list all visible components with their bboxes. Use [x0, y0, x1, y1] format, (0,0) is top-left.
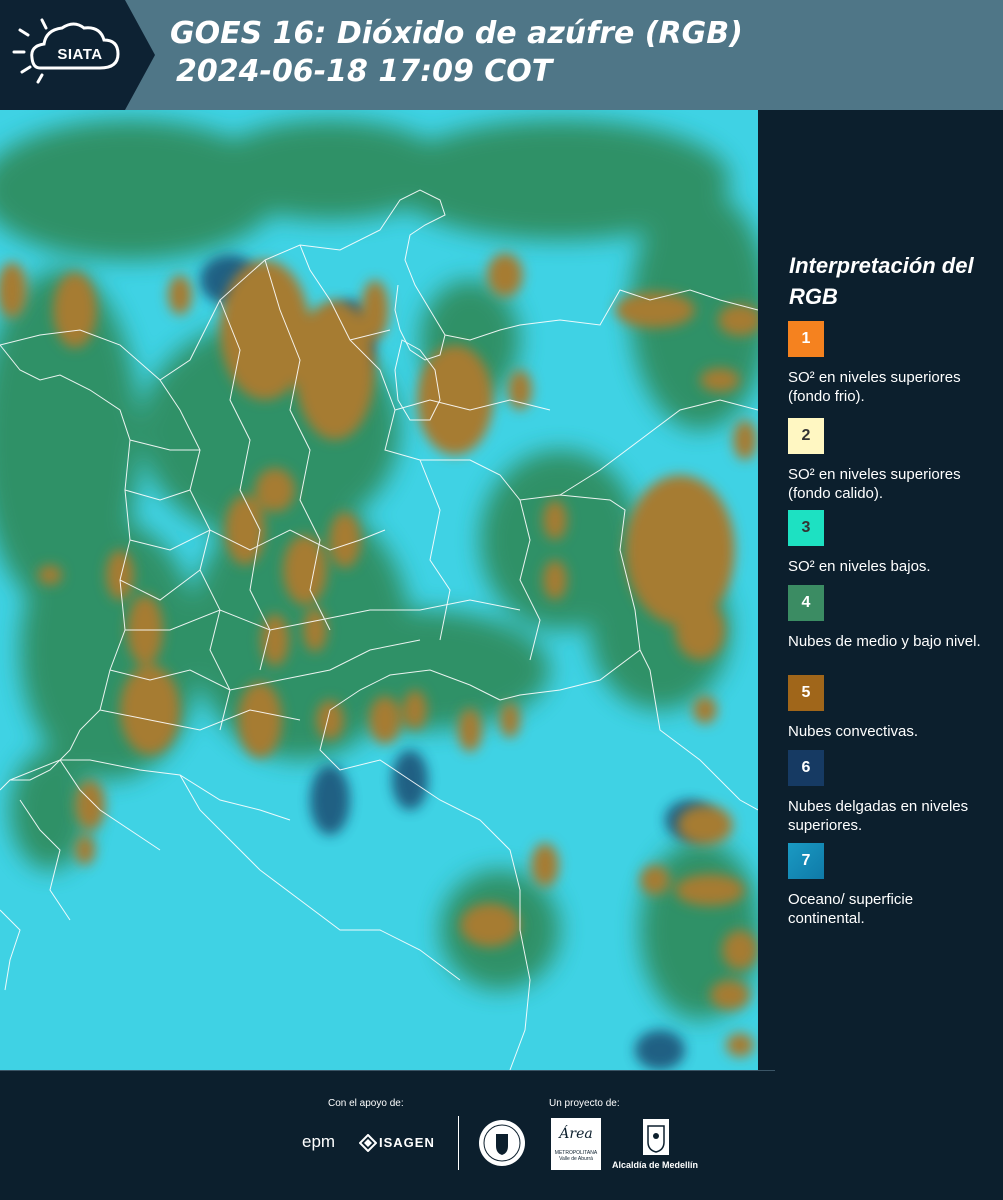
legend-item-1: 1 SO² en niveles superiores (fondo frio)…	[788, 321, 983, 406]
legend-desc-5: Nubes convectivas.	[788, 723, 919, 740]
area-logo-text: Área	[559, 1126, 593, 1142]
legend-item-5: 5 Nubes convectivas.	[788, 675, 983, 741]
logo-text: SIATA	[57, 46, 103, 63]
epm-logo[interactable]: epm	[302, 1132, 335, 1152]
area-metropolitana-logo[interactable]: Área METROPOLITANA Valle de Aburrá	[551, 1118, 601, 1170]
alcaldia-crest-icon[interactable]	[642, 1118, 670, 1156]
legend-desc-7: Oceano/ superficie continental.	[788, 891, 914, 927]
legend-desc-1: SO² en niveles superiores (fondo frio).	[788, 369, 961, 405]
map-canvas	[0, 110, 758, 1070]
legend-swatch-1: 1	[788, 321, 824, 357]
legend-swatch-3: 3	[788, 510, 824, 546]
area-logo-caption: METROPOLITANA Valle de Aburrá	[554, 1150, 598, 1162]
medellin-seal-icon[interactable]	[477, 1118, 527, 1168]
alcaldia-caption: Alcaldía de Medellín	[612, 1160, 699, 1170]
legend-swatch-7: 7	[788, 843, 824, 879]
footer-divider	[458, 1116, 459, 1170]
legend-panel: Interpretación del RGB 1 SO² en niveles …	[758, 110, 1003, 1070]
legend-swatch-6: 6	[788, 750, 824, 786]
legend-item-7: 7 Oceano/ superficie continental.	[788, 843, 983, 928]
legend-item-6: 6 Nubes delgadas en niveles superiores.	[788, 750, 983, 835]
project-label: Un proyecto de:	[549, 1098, 620, 1109]
legend-title: Interpretación del RGB	[789, 253, 974, 309]
footer-separator	[0, 1070, 775, 1071]
legend-item-2: 2 SO² en niveles superiores (fondo calid…	[788, 418, 983, 503]
siata-logo[interactable]: SIATA	[0, 0, 155, 110]
header-bar: SIATA GOES 16: Dióxido de azúfre (RGB) 2…	[0, 0, 1003, 110]
legend-desc-2: SO² en niveles superiores (fondo calido)…	[788, 466, 961, 502]
legend-item-4: 4 Nubes de medio y bajo nivel.	[788, 585, 983, 651]
timestamp-title: 2024-06-18 17:09 COT	[176, 54, 553, 89]
legend-desc-6: Nubes delgadas en niveles superiores.	[788, 798, 969, 834]
isagen-icon	[359, 1134, 377, 1152]
legend-swatch-2: 2	[788, 418, 824, 454]
legend-desc-3: SO² en niveles bajos.	[788, 558, 931, 575]
legend-swatch-5: 5	[788, 675, 824, 711]
support-label: Con el apoyo de:	[328, 1098, 404, 1109]
legend-desc-4: Nubes de medio y bajo nivel.	[788, 633, 981, 650]
satellite-map[interactable]	[0, 110, 758, 1070]
legend-swatch-4: 4	[788, 585, 824, 621]
footer: Con el apoyo de: Un proyecto de: epm ISA…	[0, 1070, 1003, 1200]
isagen-text: ISAGEN	[379, 1135, 435, 1150]
legend-item-3: 3 SO² en niveles bajos.	[788, 510, 983, 576]
page-title: GOES 16: Dióxido de azúfre (RGB)	[170, 16, 743, 51]
